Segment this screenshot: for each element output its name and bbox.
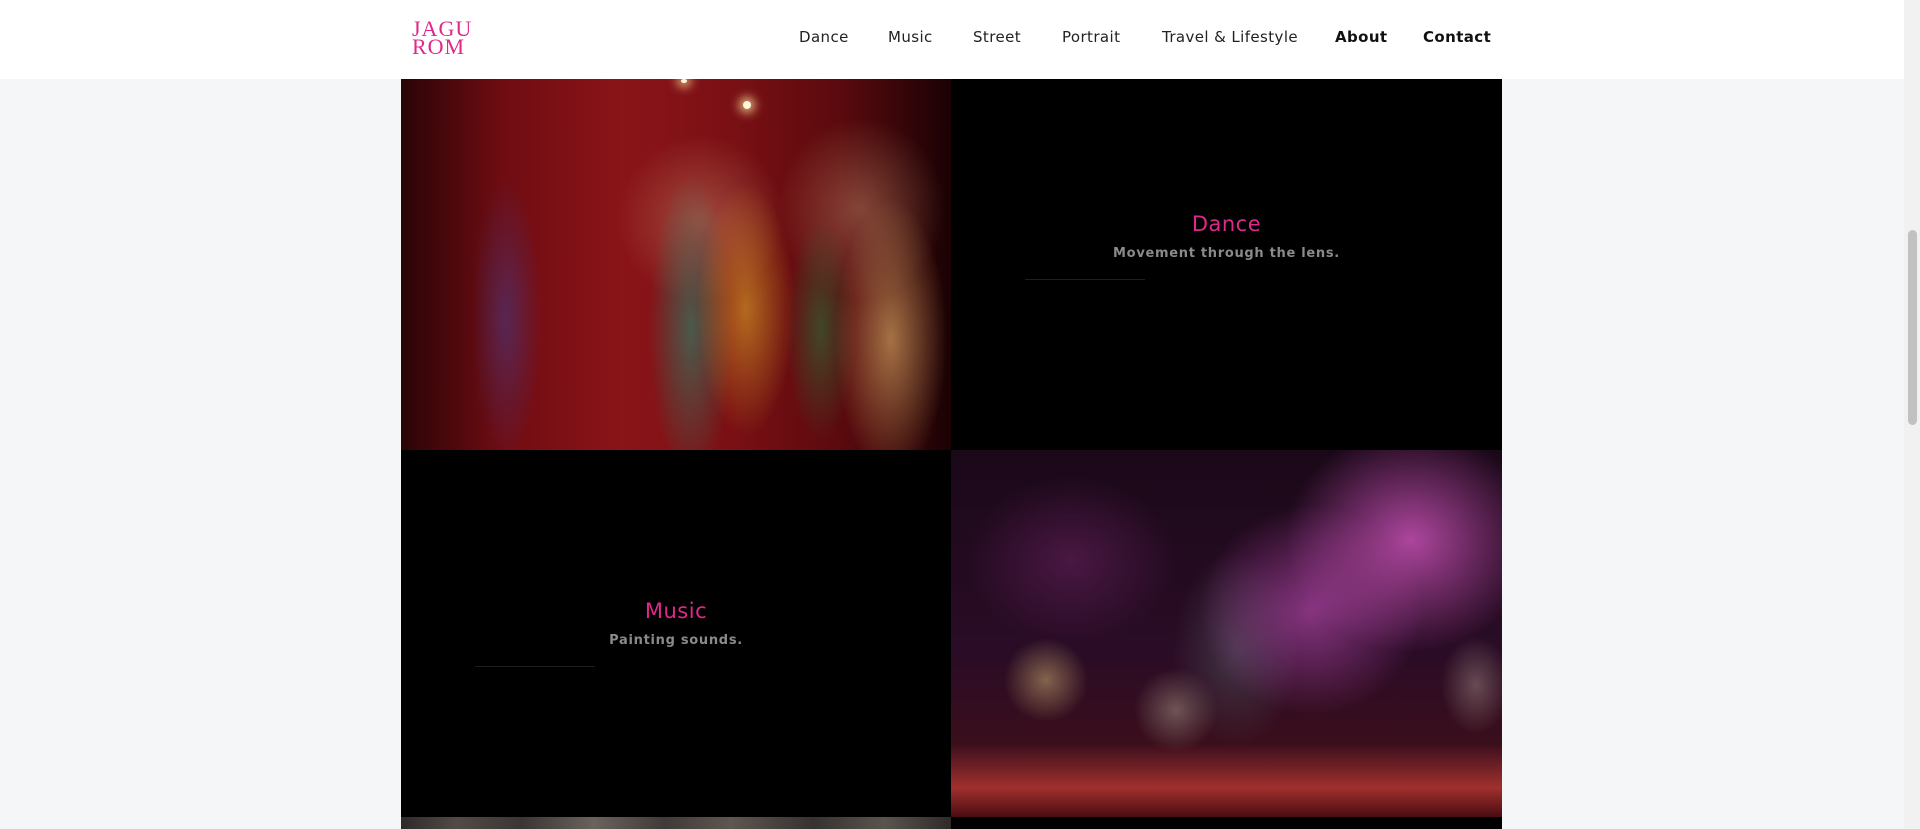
music-photo-tile[interactable] [951, 450, 1502, 817]
gallery-grid: Dance Movement through the lens. Music P… [401, 79, 1502, 829]
divider [1025, 279, 1145, 280]
music-subtitle: Painting sounds. [609, 633, 743, 648]
nav-music[interactable]: Music [888, 28, 933, 46]
nav-travel-lifestyle[interactable]: Travel & Lifestyle [1162, 28, 1298, 46]
music-category-tile[interactable]: Music Painting sounds. [401, 450, 951, 817]
dance-category-tile[interactable]: Dance Movement through the lens. [951, 79, 1502, 450]
logo-line-2: ROM [412, 34, 466, 59]
dance-subtitle: Movement through the lens. [1113, 246, 1340, 261]
site-logo[interactable]: JAGU ROM [412, 18, 472, 59]
page-scrollbar[interactable] [1904, 0, 1920, 829]
nav-contact[interactable]: Contact [1423, 28, 1491, 46]
nav-dance[interactable]: Dance [799, 28, 849, 46]
nav-about[interactable]: About [1335, 28, 1388, 46]
dance-photo-tile[interactable] [401, 79, 951, 450]
nav-portrait[interactable]: Portrait [1062, 28, 1120, 46]
scrollbar-thumb[interactable] [1908, 230, 1917, 425]
street-photo-tile[interactable] [401, 817, 951, 829]
divider [475, 666, 595, 667]
dance-title: Dance [1191, 212, 1262, 236]
nav-street[interactable]: Street [973, 28, 1021, 46]
site-header: JAGU ROM Dance Music Street Portrait Tra… [0, 0, 1904, 79]
stage-light [681, 79, 687, 83]
music-title: Music [644, 599, 708, 623]
stage-light [743, 101, 751, 109]
